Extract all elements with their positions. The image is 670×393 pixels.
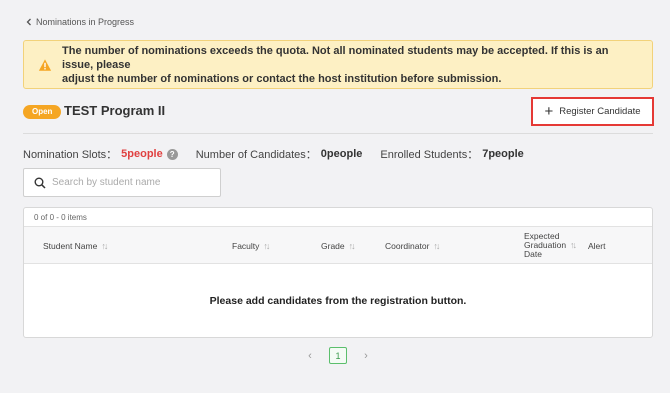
breadcrumb-label: Nominations in Progress <box>36 17 135 27</box>
program-stats: Nomination Slots： 5people ? Number of Ca… <box>23 146 542 162</box>
column-coordinator[interactable]: Coordinator ↑↓ <box>385 227 440 264</box>
candidates-table: 0 of 0 - 0 items Student Name ↑↓ Faculty… <box>23 207 653 338</box>
table-header: Student Name ↑↓ Faculty ↑↓ Grade ↑↓ Coor… <box>24 227 652 264</box>
breadcrumb[interactable]: Nominations in Progress <box>26 17 134 27</box>
sort-icon[interactable]: ↑↓ <box>263 241 270 251</box>
column-alert: Alert <box>588 227 605 264</box>
register-candidate-button[interactable]: + Register Candidate <box>531 97 654 126</box>
column-expected-graduation-label: Expected Graduation Date <box>524 231 567 259</box>
pagination: ‹ 1 › <box>305 347 371 364</box>
program-header: Open TEST Program II + Register Candidat… <box>23 97 654 134</box>
search-icon <box>34 177 46 189</box>
column-expected-graduation[interactable]: Expected Graduation Date ↑↓ <box>524 227 577 264</box>
column-coordinator-label: Coordinator <box>385 240 430 251</box>
search-input[interactable] <box>52 177 212 188</box>
sort-icon[interactable]: ↑↓ <box>433 241 440 251</box>
plus-icon: + <box>544 102 554 120</box>
search-box <box>23 168 221 197</box>
status-badge: Open <box>23 105 62 119</box>
quota-warning-alert: The number of nominations exceeds the qu… <box>23 40 653 89</box>
column-faculty-label: Faculty <box>232 240 260 251</box>
prev-page-icon[interactable]: ‹ <box>305 350 315 362</box>
nomination-slots-stat: Nomination Slots： 5people ? <box>23 146 178 162</box>
candidates-label: Number of Candidates： <box>195 149 317 161</box>
column-alert-label: Alert <box>588 240 606 251</box>
column-grade[interactable]: Grade ↑↓ <box>321 227 356 264</box>
candidates-value: 0people <box>320 148 363 160</box>
column-faculty[interactable]: Faculty ↑↓ <box>232 227 270 264</box>
column-grade-label: Grade <box>321 240 345 251</box>
register-candidate-label: Register Candidate <box>559 106 641 117</box>
items-count: 0 of 0 - 0 items <box>24 208 652 227</box>
nomination-slots-label: Nomination Slots： <box>23 149 118 161</box>
page-button[interactable]: 1 <box>329 347 347 364</box>
help-icon[interactable]: ? <box>166 148 178 160</box>
candidates-stat: Number of Candidates： 0people <box>196 146 363 162</box>
column-student-name[interactable]: Student Name ↑↓ <box>43 227 108 264</box>
enrolled-value: 7people <box>482 148 524 160</box>
column-student-name-label: Student Name <box>43 240 98 251</box>
page-title: TEST Program II <box>64 103 166 118</box>
enrolled-label: Enrolled Students： <box>380 149 479 161</box>
alert-message: The number of nominations exceeds the qu… <box>62 44 640 86</box>
chevron-left-icon <box>26 18 31 26</box>
sort-icon[interactable]: ↑↓ <box>349 241 356 251</box>
empty-state-message: Please add candidates from the registrat… <box>209 294 467 307</box>
sort-icon[interactable]: ↑↓ <box>101 241 108 251</box>
sort-icon[interactable]: ↑↓ <box>570 241 577 250</box>
warning-icon <box>38 58 52 71</box>
next-page-icon[interactable]: › <box>361 350 371 362</box>
alert-line-1: The number of nominations exceeds the qu… <box>62 44 609 71</box>
nomination-slots-value: 5people <box>121 148 163 160</box>
alert-line-2: adjust the number of nominations or cont… <box>62 72 502 85</box>
enrolled-stat: Enrolled Students： 7people <box>380 146 523 162</box>
